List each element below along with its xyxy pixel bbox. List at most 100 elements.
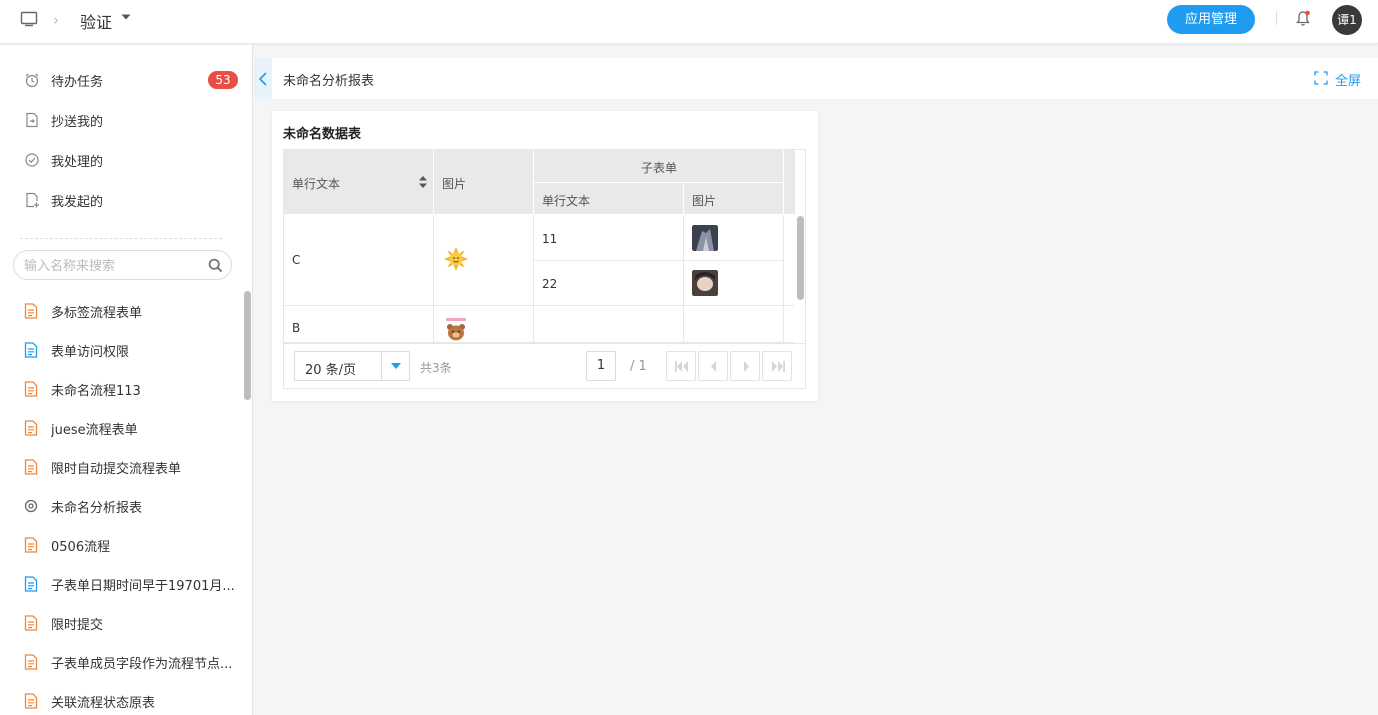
sidebar-form-item-label: 表单访问权限 bbox=[51, 345, 130, 360]
last-page-icon bbox=[772, 361, 785, 372]
nav-item-cc[interactable]: 抄送我的 bbox=[0, 100, 250, 140]
sidebar: 待办任务 53 抄送我的 我处理的 我发起的 多标签流程表单表单访问权限未命名流… bbox=[0, 45, 253, 715]
column-header-label: 单行文本 bbox=[292, 177, 341, 191]
sidebar-form-item-label: juese流程表单 bbox=[51, 423, 138, 438]
form-icon bbox=[24, 342, 38, 358]
column-header-label: 子表单 bbox=[641, 161, 678, 175]
cell-text: 11 bbox=[542, 232, 558, 246]
data-table-card: 未命名数据表 单行文本 图片 子表单 单行文本 图片 C 11 22 B 20 … bbox=[272, 111, 818, 401]
top-bar: › 验证 应用管理 谭1 bbox=[0, 0, 1378, 44]
sidebar-form-item[interactable]: 限时提交 bbox=[0, 603, 244, 642]
content-header: 未命名分析报表 全屏 bbox=[254, 58, 1378, 99]
flow-form-icon bbox=[24, 693, 38, 709]
chevron-right-icon: › bbox=[53, 11, 59, 29]
alarm-clock-icon bbox=[25, 73, 39, 88]
cell-text: 22 bbox=[542, 277, 558, 291]
sidebar-search[interactable] bbox=[13, 250, 232, 280]
table-cell bbox=[534, 306, 684, 343]
sidebar-form-item[interactable]: 子表单成员字段作为流程节点... bbox=[0, 642, 244, 681]
prev-page-button[interactable] bbox=[698, 351, 728, 381]
sidebar-form-item-label: 限时自动提交流程表单 bbox=[51, 462, 182, 477]
sidebar-form-item[interactable]: 未命名分析报表 bbox=[0, 486, 244, 525]
table-cell bbox=[434, 306, 534, 343]
first-page-icon bbox=[675, 361, 688, 372]
document-send-icon bbox=[26, 112, 38, 128]
nav-item-label: 我发起的 bbox=[51, 195, 104, 210]
table-cell: 11 bbox=[534, 215, 684, 261]
sidebar-form-item[interactable]: 限时自动提交流程表单 bbox=[0, 447, 244, 486]
table-cell bbox=[684, 261, 784, 306]
header-divider bbox=[1276, 11, 1277, 25]
sidebar-form-item[interactable]: 未命名流程113 bbox=[0, 369, 244, 408]
bear-sticker-image[interactable] bbox=[443, 317, 469, 343]
column-header-label: 图片 bbox=[692, 194, 717, 208]
nav-item-handled[interactable]: 我处理的 bbox=[0, 140, 250, 180]
table-cell bbox=[434, 215, 534, 306]
report-title: 未命名分析报表 bbox=[283, 74, 375, 89]
fullscreen-icon bbox=[1314, 71, 1328, 85]
page-size-value: 20 条/页 bbox=[305, 363, 357, 378]
caret-down-icon[interactable] bbox=[120, 11, 132, 23]
sidebar-form-item-label: 0506流程 bbox=[51, 540, 111, 555]
page-total: / 1 bbox=[630, 359, 647, 374]
last-page-button[interactable] bbox=[762, 351, 792, 381]
table-cell: B bbox=[284, 306, 434, 343]
sidebar-form-item[interactable]: juese流程表单 bbox=[0, 408, 244, 447]
sidebar-form-item[interactable]: 关联流程状态原表 bbox=[0, 681, 244, 715]
avatar[interactable]: 谭1 bbox=[1332, 5, 1362, 35]
portrait-photo-image[interactable] bbox=[692, 270, 718, 296]
column-header-image: 图片 bbox=[434, 150, 534, 215]
window-icon[interactable] bbox=[20, 11, 38, 27]
sidebar-form-item-label: 关联流程状态原表 bbox=[51, 696, 156, 711]
sidebar-form-item[interactable]: 子表单日期时间早于19701月... bbox=[0, 564, 244, 603]
app-name[interactable]: 验证 bbox=[80, 9, 112, 33]
nav-item-label: 抄送我的 bbox=[51, 115, 104, 130]
collapse-sidebar-button[interactable] bbox=[254, 58, 272, 99]
sidebar-form-item-label: 子表单成员字段作为流程节点... bbox=[51, 657, 233, 672]
chevron-left-icon bbox=[258, 72, 267, 86]
nav-item-initiated[interactable]: 我发起的 bbox=[0, 180, 250, 220]
check-circle-icon bbox=[25, 153, 39, 167]
sort-icon[interactable] bbox=[418, 175, 428, 189]
sidebar-form-item-label: 多标签流程表单 bbox=[51, 306, 143, 321]
cell-text: B bbox=[292, 321, 301, 335]
nav-item-label: 待办任务 bbox=[51, 75, 104, 90]
sidebar-form-item[interactable]: 表单访问权限 bbox=[0, 330, 244, 369]
first-page-button[interactable] bbox=[666, 351, 696, 381]
table-scrollbar[interactable] bbox=[797, 216, 804, 300]
search-icon[interactable] bbox=[208, 258, 223, 273]
report-icon bbox=[24, 499, 38, 513]
sidebar-form-item[interactable]: 多标签流程表单 bbox=[0, 291, 244, 330]
nav-item-todo[interactable]: 待办任务 53 bbox=[0, 60, 250, 100]
column-header-text[interactable]: 单行文本 bbox=[284, 150, 434, 215]
sun-sticker-image[interactable] bbox=[443, 246, 469, 272]
flow-form-icon bbox=[24, 303, 38, 319]
page-size-dropdown-button[interactable] bbox=[381, 352, 409, 380]
sidebar-form-item-label: 未命名分析报表 bbox=[51, 501, 143, 516]
app-manage-button[interactable]: 应用管理 bbox=[1167, 5, 1255, 34]
next-page-icon bbox=[744, 361, 749, 372]
pagination: 20 条/页 共3条 1 / 1 bbox=[284, 343, 805, 388]
caret-down-icon bbox=[391, 363, 401, 369]
total-count: 共3条 bbox=[420, 361, 452, 375]
next-page-button[interactable] bbox=[730, 351, 760, 381]
page-size-select[interactable]: 20 条/页 bbox=[294, 351, 410, 381]
sidebar-form-item-label: 限时提交 bbox=[51, 618, 104, 633]
page-number-input[interactable]: 1 bbox=[586, 351, 616, 381]
fullscreen-label: 全屏 bbox=[1335, 74, 1362, 89]
flow-form-icon bbox=[24, 420, 38, 436]
bell-icon[interactable] bbox=[1295, 10, 1311, 27]
column-header-label: 图片 bbox=[442, 177, 467, 191]
search-input[interactable] bbox=[24, 257, 199, 275]
column-header-sub-image: 图片 bbox=[684, 183, 784, 215]
building-photo-image[interactable] bbox=[692, 225, 718, 251]
prev-page-icon bbox=[711, 361, 716, 372]
sidebar-form-item[interactable]: 0506流程 bbox=[0, 525, 244, 564]
column-header-subform: 子表单 bbox=[534, 150, 784, 183]
data-table: 单行文本 图片 子表单 单行文本 图片 C 11 22 B 20 条/页 共3条… bbox=[283, 149, 806, 389]
flow-form-icon bbox=[24, 537, 38, 553]
flow-form-icon bbox=[24, 381, 38, 397]
nav-item-label: 我处理的 bbox=[51, 155, 104, 170]
table-cell bbox=[684, 306, 784, 343]
sidebar-scrollbar[interactable] bbox=[244, 291, 251, 400]
